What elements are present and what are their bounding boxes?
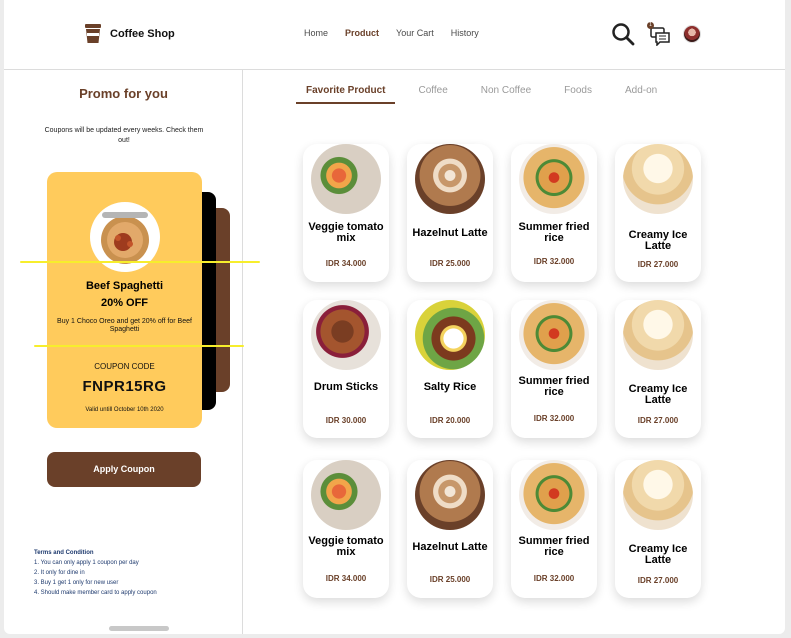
category-tabs: Favorite Product Coffee Non Coffee Foods… (296, 85, 680, 104)
terms-title: Terms and Condition (34, 550, 94, 556)
search-icon[interactable] (611, 22, 635, 46)
nav-home[interactable]: Home (304, 28, 328, 38)
product-name: Hazelnut Latte (412, 227, 488, 239)
product-image (415, 300, 485, 370)
tab-add-on[interactable]: Add-on (615, 85, 667, 104)
highlight-mark-bottom (34, 345, 244, 347)
product-card[interactable]: Veggie tomato mix IDR 34.000 (303, 460, 389, 598)
product-name: Summer fried rice (518, 375, 590, 398)
product-card[interactable]: Summer fried rice IDR 32.000 (511, 300, 597, 438)
apply-coupon-button[interactable]: Apply Coupon (47, 452, 201, 487)
product-name: Summer fried rice (518, 221, 590, 244)
product-price: IDR 27.000 (637, 576, 679, 585)
header-actions: 1 (611, 22, 701, 48)
product-card[interactable]: Veggie tomato mix IDR 34.000 (303, 144, 389, 282)
terms-item: 4. Should make member card to apply coup… (34, 590, 157, 596)
product-price: IDR 32.000 (533, 414, 575, 423)
terms-and-condition: Terms and Condition 1. You can only appl… (34, 548, 234, 598)
tab-favorite-product[interactable]: Favorite Product (296, 85, 396, 104)
product-card[interactable]: Salty Rice IDR 20.000 (407, 300, 493, 438)
brand-name: Coffee Shop (110, 28, 175, 40)
coupon-description: Buy 1 Choco Oreo and get 20% off for Bee… (57, 318, 192, 333)
nav-your-cart[interactable]: Your Cart (396, 28, 434, 38)
product-price: IDR 34.000 (325, 574, 367, 583)
product-price: IDR 32.000 (533, 257, 575, 266)
product-card[interactable]: Drum Sticks IDR 30.000 (303, 300, 389, 438)
product-image (623, 144, 693, 214)
product-name: Veggie tomato mix (308, 221, 384, 244)
app-window: Coffee Shop Home Product Your Cart Histo… (4, 0, 785, 634)
product-name: Veggie tomato mix (308, 535, 384, 558)
product-price: IDR 25.000 (429, 259, 471, 268)
promo-note: Coupons will be updated every weeks. Che… (44, 127, 204, 144)
product-price: IDR 32.000 (533, 574, 575, 583)
product-image (519, 460, 589, 530)
terms-item: 2. It only for dine in (34, 570, 85, 576)
tab-foods[interactable]: Foods (554, 85, 602, 104)
product-card[interactable]: Summer fried rice IDR 32.000 (511, 144, 597, 282)
coupon-discount: 20% OFF (100, 297, 149, 309)
product-price: IDR 30.000 (325, 416, 367, 425)
product-image (415, 460, 485, 530)
product-name: Creamy Ice Latte (628, 543, 688, 566)
product-image (623, 460, 693, 530)
main-nav: Home Product Your Cart History (304, 28, 496, 38)
tab-coffee[interactable]: Coffee (408, 85, 457, 104)
product-name: Creamy Ice Latte (628, 229, 688, 252)
terms-item: 3. Buy 1 get 1 only for new user (34, 580, 119, 586)
coupon-code[interactable]: FNPR15RG (47, 378, 202, 395)
top-header: Coffee Shop Home Product Your Cart Histo… (4, 0, 785, 70)
brand-logo[interactable]: Coffee Shop (84, 24, 175, 44)
product-image (415, 144, 485, 214)
tab-non-coffee[interactable]: Non Coffee (471, 85, 541, 104)
coupon-product-name: Beef Spaghetti (85, 280, 163, 292)
product-card[interactable]: Creamy Ice Latte IDR 27.000 (615, 300, 701, 438)
avatar[interactable] (683, 25, 701, 43)
product-price: IDR 20.000 (429, 416, 471, 425)
nav-history[interactable]: History (451, 28, 479, 38)
product-card[interactable]: Creamy Ice Latte IDR 27.000 (615, 144, 701, 282)
product-image (519, 300, 589, 370)
product-price: IDR 27.000 (637, 260, 679, 269)
product-image (519, 144, 589, 214)
nav-product[interactable]: Product (345, 28, 379, 38)
product-image (311, 300, 381, 370)
product-image (311, 460, 381, 530)
coupon-validity: Valid untill October 10th 2020 (85, 407, 164, 413)
product-card[interactable]: Creamy Ice Latte IDR 27.000 (615, 460, 701, 598)
product-image (623, 300, 693, 370)
highlight-mark-top (20, 261, 260, 263)
product-card[interactable]: Hazelnut Latte IDR 25.000 (407, 460, 493, 598)
product-price: IDR 27.000 (637, 416, 679, 425)
product-price: IDR 34.000 (325, 259, 367, 268)
coupon-code-label: COUPON CODE (94, 362, 155, 371)
product-name: Drum Sticks (313, 381, 379, 393)
coffee-cup-icon (85, 24, 101, 43)
promo-title: Promo for you (79, 86, 168, 101)
product-name: Hazelnut Latte (412, 541, 488, 553)
promo-panel: Promo for you Coupons will be updated ev… (4, 70, 260, 634)
product-price: IDR 25.000 (429, 575, 471, 584)
product-name: Summer fried rice (518, 535, 590, 558)
product-card[interactable]: Hazelnut Latte IDR 25.000 (407, 144, 493, 282)
coupon-card[interactable]: Beef Spaghetti 20% OFF Buy 1 Choco Oreo … (47, 172, 202, 428)
product-name: Creamy Ice Latte (628, 383, 688, 406)
terms-item: 1. You can only apply 1 coupon per day (34, 560, 139, 566)
product-image (311, 144, 381, 214)
scrollbar[interactable] (109, 626, 169, 631)
product-card[interactable]: Summer fried rice IDR 32.000 (511, 460, 597, 598)
product-name: Salty Rice (423, 381, 477, 393)
chat-badge: 1 (647, 22, 654, 29)
